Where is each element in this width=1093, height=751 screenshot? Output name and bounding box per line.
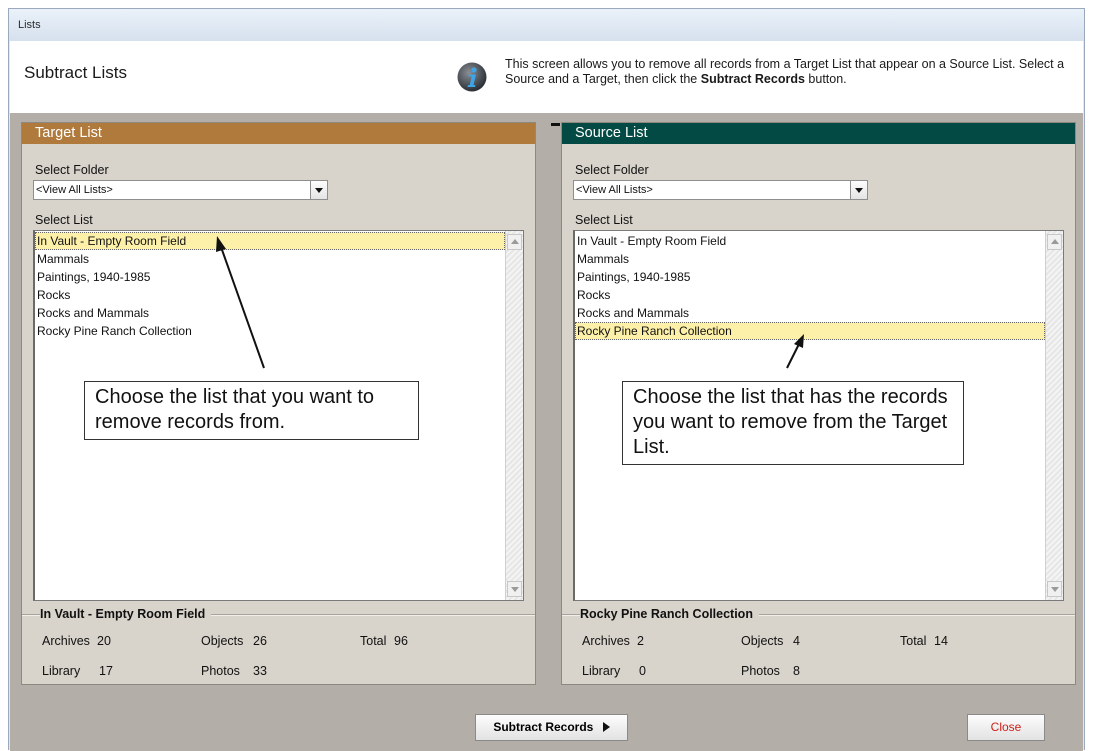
source-photos-count: 8	[793, 664, 800, 678]
source-library-count: 0	[639, 664, 646, 678]
source-summary-title: Rocky Pine Ranch Collection	[580, 607, 759, 621]
source-archives-count: 2	[637, 634, 644, 648]
source-folder-select[interactable]: <View All Lists>	[573, 180, 868, 200]
source-objects-count: 4	[793, 634, 800, 648]
scroll-up-icon[interactable]	[507, 234, 522, 250]
source-list-item[interactable]: Paintings, 1940-1985	[575, 268, 1045, 286]
target-total-count: 96	[394, 634, 408, 648]
target-heading: Target List	[22, 123, 535, 144]
source-list-item[interactable]: Mammals	[575, 250, 1045, 268]
header: Subtract Lists This screen allows you to…	[10, 41, 1083, 113]
window-title: Lists	[18, 19, 41, 31]
target-list-item[interactable]: Mammals	[35, 250, 505, 268]
target-archives-count: 20	[97, 634, 111, 648]
lists-window: Lists Subtract Lists This screen allows …	[8, 8, 1085, 751]
source-total-count: 14	[934, 634, 948, 648]
target-panel: Target List Select Folder <View All List…	[21, 122, 536, 685]
source-panel: Source List Select Folder <View All List…	[561, 122, 1076, 685]
target-folder-value: <View All Lists>	[36, 184, 113, 196]
main-content: Target List Select Folder <View All List…	[10, 113, 1083, 751]
target-library-label: Library	[42, 664, 81, 678]
target-folder-select[interactable]: <View All Lists>	[33, 180, 328, 200]
target-list-item[interactable]: Rocks and Mammals	[35, 304, 505, 322]
scroll-up-icon[interactable]	[1047, 234, 1062, 250]
chevron-down-icon[interactable]	[310, 181, 327, 199]
target-total-label: Total	[360, 634, 387, 648]
target-library-count: 17	[99, 664, 113, 678]
target-list-item[interactable]: Rocky Pine Ranch Collection	[35, 322, 505, 340]
source-heading: Source List	[562, 123, 1075, 144]
source-library-label: Library	[582, 664, 621, 678]
subtract-operator	[551, 123, 560, 126]
subtract-records-button[interactable]: Subtract Records	[475, 714, 628, 741]
chevron-down-icon[interactable]	[850, 181, 867, 199]
scroll-down-icon[interactable]	[1047, 581, 1062, 597]
source-objects-label: Objects	[741, 634, 784, 648]
source-photos-label: Photos	[741, 664, 780, 678]
source-scrollbar[interactable]	[1045, 231, 1063, 600]
target-objects-label: Objects	[201, 634, 244, 648]
play-arrow-icon	[602, 722, 610, 732]
source-list-item[interactable]: Rocky Pine Ranch Collection	[575, 322, 1045, 340]
target-list-item[interactable]: Paintings, 1940-1985	[35, 268, 505, 286]
source-list-item[interactable]: Rocks	[575, 286, 1045, 304]
title-bar: Lists	[9, 9, 1084, 41]
target-scrollbar[interactable]	[505, 231, 523, 600]
source-folder-label: Select Folder	[575, 163, 649, 177]
source-total-label: Total	[900, 634, 927, 648]
source-archives-label: Archives	[582, 634, 630, 648]
target-folder-label: Select Folder	[35, 163, 109, 177]
subtract-records-label: Subtract Records	[493, 720, 594, 734]
info-text: This screen allows you to remove all rec…	[505, 57, 1065, 86]
source-list-label: Select List	[575, 213, 633, 227]
source-callout: Choose the list that has the records you…	[622, 381, 964, 465]
target-photos-count: 33	[253, 664, 267, 678]
info-icon	[457, 62, 487, 92]
page-title: Subtract Lists	[24, 63, 127, 82]
target-callout: Choose the list that you want to remove …	[84, 381, 419, 440]
close-button[interactable]: Close	[967, 714, 1045, 741]
source-list-item[interactable]: In Vault - Empty Room Field	[575, 232, 1045, 250]
target-list-item[interactable]: Rocks	[35, 286, 505, 304]
scroll-down-icon[interactable]	[507, 581, 522, 597]
source-folder-value: <View All Lists>	[576, 184, 653, 196]
target-list-label: Select List	[35, 213, 93, 227]
target-summary-title: In Vault - Empty Room Field	[40, 607, 212, 621]
source-list-item[interactable]: Rocks and Mammals	[575, 304, 1045, 322]
target-objects-count: 26	[253, 634, 267, 648]
target-archives-label: Archives	[42, 634, 90, 648]
target-photos-label: Photos	[201, 664, 240, 678]
close-label: Close	[990, 720, 1022, 734]
target-list-item[interactable]: In Vault - Empty Room Field	[35, 232, 505, 250]
